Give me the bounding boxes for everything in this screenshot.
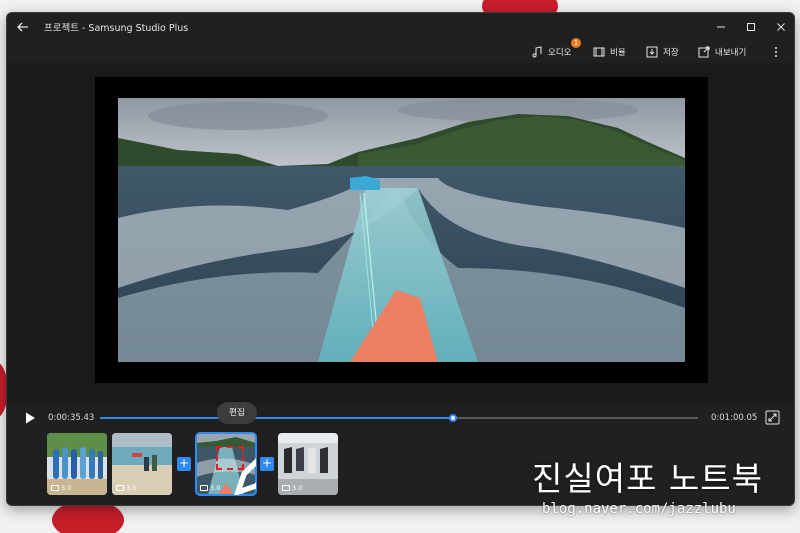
save-label: 저장 bbox=[663, 48, 679, 58]
seek-progress bbox=[100, 417, 453, 419]
clip-duration: 3.0 bbox=[116, 484, 136, 492]
play-icon[interactable] bbox=[23, 411, 37, 425]
clip-duration: 3.0 bbox=[51, 484, 71, 492]
preview-area bbox=[7, 63, 794, 405]
current-time: 0:00:35.43 bbox=[48, 413, 95, 423]
save-button[interactable]: 저장 bbox=[646, 43, 679, 61]
back-arrow-icon[interactable] bbox=[15, 19, 31, 35]
clip-duration: 3.0 bbox=[200, 484, 220, 492]
clip-duration: 3.0 bbox=[282, 484, 302, 492]
audio-label: 오디오 bbox=[548, 48, 572, 58]
edit-tooltip: 편집 bbox=[217, 402, 257, 424]
save-icon bbox=[646, 46, 658, 58]
playback-controls: 0:00:35.43 0:01:00.05 bbox=[7, 405, 794, 431]
title-bar: 프로젝트 - Samsung Studio Plus bbox=[7, 13, 794, 41]
export-button[interactable]: 내보내기 bbox=[698, 43, 746, 61]
app-window: 프로젝트 - Samsung Studio Plus 오디오 1 비율 저장 내… bbox=[6, 12, 795, 506]
minimize-icon[interactable] bbox=[713, 19, 729, 35]
video-preview[interactable] bbox=[118, 98, 685, 362]
toolbar: 오디오 1 비율 저장 내보내기 bbox=[7, 38, 794, 63]
fullscreen-icon[interactable] bbox=[765, 410, 780, 425]
add-transition-button[interactable]: + bbox=[260, 457, 274, 471]
more-options-button[interactable] bbox=[770, 43, 782, 61]
notification-badge: 1 bbox=[571, 38, 581, 48]
watermark-url: blog.naver.com/jazzlubu bbox=[542, 501, 736, 517]
watermark-text: 진실여포 노트북 bbox=[532, 459, 764, 498]
ratio-label: 비율 bbox=[610, 48, 626, 58]
audio-button[interactable]: 오디오 bbox=[531, 43, 571, 61]
seek-handle[interactable] bbox=[448, 414, 457, 422]
total-time: 0:01:00.05 bbox=[711, 413, 758, 423]
maximize-icon[interactable] bbox=[743, 19, 759, 35]
ratio-button[interactable]: 비율 bbox=[593, 43, 626, 61]
music-note-icon bbox=[532, 46, 542, 58]
highlight-annotation bbox=[216, 446, 244, 470]
video-frame-image bbox=[118, 98, 685, 362]
export-label: 내보내기 bbox=[715, 48, 747, 58]
more-vertical-icon bbox=[775, 47, 777, 57]
export-icon bbox=[698, 46, 710, 58]
aspect-ratio-icon bbox=[593, 47, 605, 57]
preview-frame bbox=[95, 77, 708, 383]
seek-bar[interactable] bbox=[100, 414, 698, 422]
add-transition-button[interactable]: + bbox=[177, 457, 191, 471]
clip-thumbnail[interactable]: 3.0 bbox=[112, 433, 172, 495]
window-title: 프로젝트 - Samsung Studio Plus bbox=[44, 23, 189, 34]
close-icon[interactable] bbox=[773, 19, 789, 35]
clip-thumbnail[interactable]: 3.0 bbox=[278, 433, 338, 495]
clip-thumbnail[interactable]: 3.0 bbox=[47, 433, 107, 495]
